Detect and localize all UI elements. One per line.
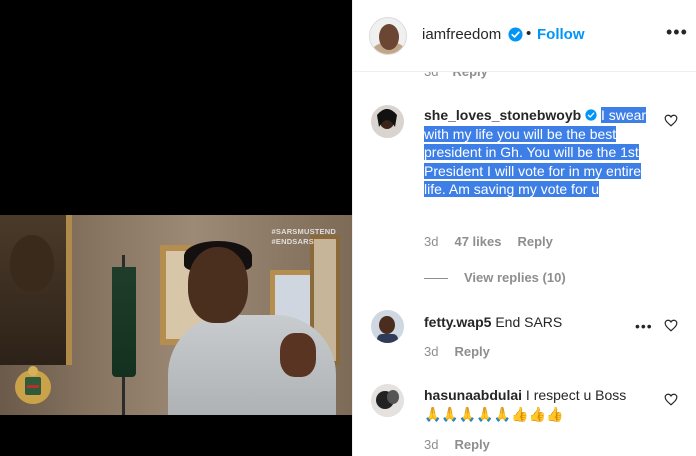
comment-username[interactable]: she_loves_stonebwoyb [424,107,581,123]
watermark-line: #SARSMUSTEND [271,227,336,236]
avatar[interactable] [369,17,407,55]
comment-meta: 3d 47 likes Reply [424,234,553,249]
flag [112,267,136,377]
separator-dot: • [526,25,532,42]
verified-badge-icon [585,109,597,121]
like-heart-icon[interactable] [664,393,678,406]
post-media: #SARSMUSTEND #ENDSARS [0,0,352,456]
like-heart-icon[interactable] [664,319,678,332]
comment-likes[interactable]: 47 likes [454,234,501,249]
comment-text: hasunaabdulai I respect u Boss 🙏🙏🙏🙏🙏👍👍👍 [424,386,649,424]
comment-time: 3d [424,437,439,452]
speaker-hand [280,333,316,377]
watermark-line: #ENDSARS [271,237,314,246]
comment-text: she_loves_stonebwoyb I swear with my lif… [424,106,649,199]
comment-time: 3d [424,234,439,249]
reply-button[interactable]: Reply [454,437,489,452]
comment-time: 3d [424,344,439,359]
reply-button[interactable]: Reply [454,344,489,359]
post-author-username[interactable]: iamfreedom [422,26,501,43]
divider-line [424,278,448,280]
like-heart-icon[interactable] [664,114,678,127]
post-video[interactable]: #SARSMUSTEND #ENDSARS [0,215,352,415]
wall-portrait [0,215,72,365]
comment-text: fetty.wap5 End SARS [424,313,649,332]
comment-body: I respect u Boss [525,387,627,403]
comment-username[interactable]: fetty.wap5 [424,314,491,330]
comment-emoji: 🙏🙏🙏🙏🙏👍👍👍 [424,406,564,423]
post-header: iamfreedom • Follow ••• [353,0,696,72]
follow-button[interactable]: Follow [537,26,585,43]
avatar[interactable] [371,105,404,138]
view-replies-label: View replies (10) [464,270,566,285]
reply-button[interactable]: Reply [517,234,552,249]
more-options-icon[interactable]: ••• [666,22,688,43]
avatar[interactable] [371,310,404,343]
avatar[interactable] [371,384,404,417]
speaker-head [188,247,248,323]
verified-badge-icon [508,27,523,42]
comment-meta: 3d Reply [424,344,490,359]
view-replies-button[interactable]: View replies (10) [424,270,566,285]
coat-of-arms-emblem [15,366,51,404]
comments-panel: iamfreedom • Follow ••• 3d Reply she_love… [352,0,696,456]
comment-meta: 3d Reply [424,437,490,452]
video-watermark: #SARSMUSTEND #ENDSARS [272,227,337,247]
more-options-icon[interactable]: ••• [635,318,653,334]
comment-username[interactable]: hasunaabdulai [424,387,522,403]
comment-body: End SARS [495,314,563,330]
